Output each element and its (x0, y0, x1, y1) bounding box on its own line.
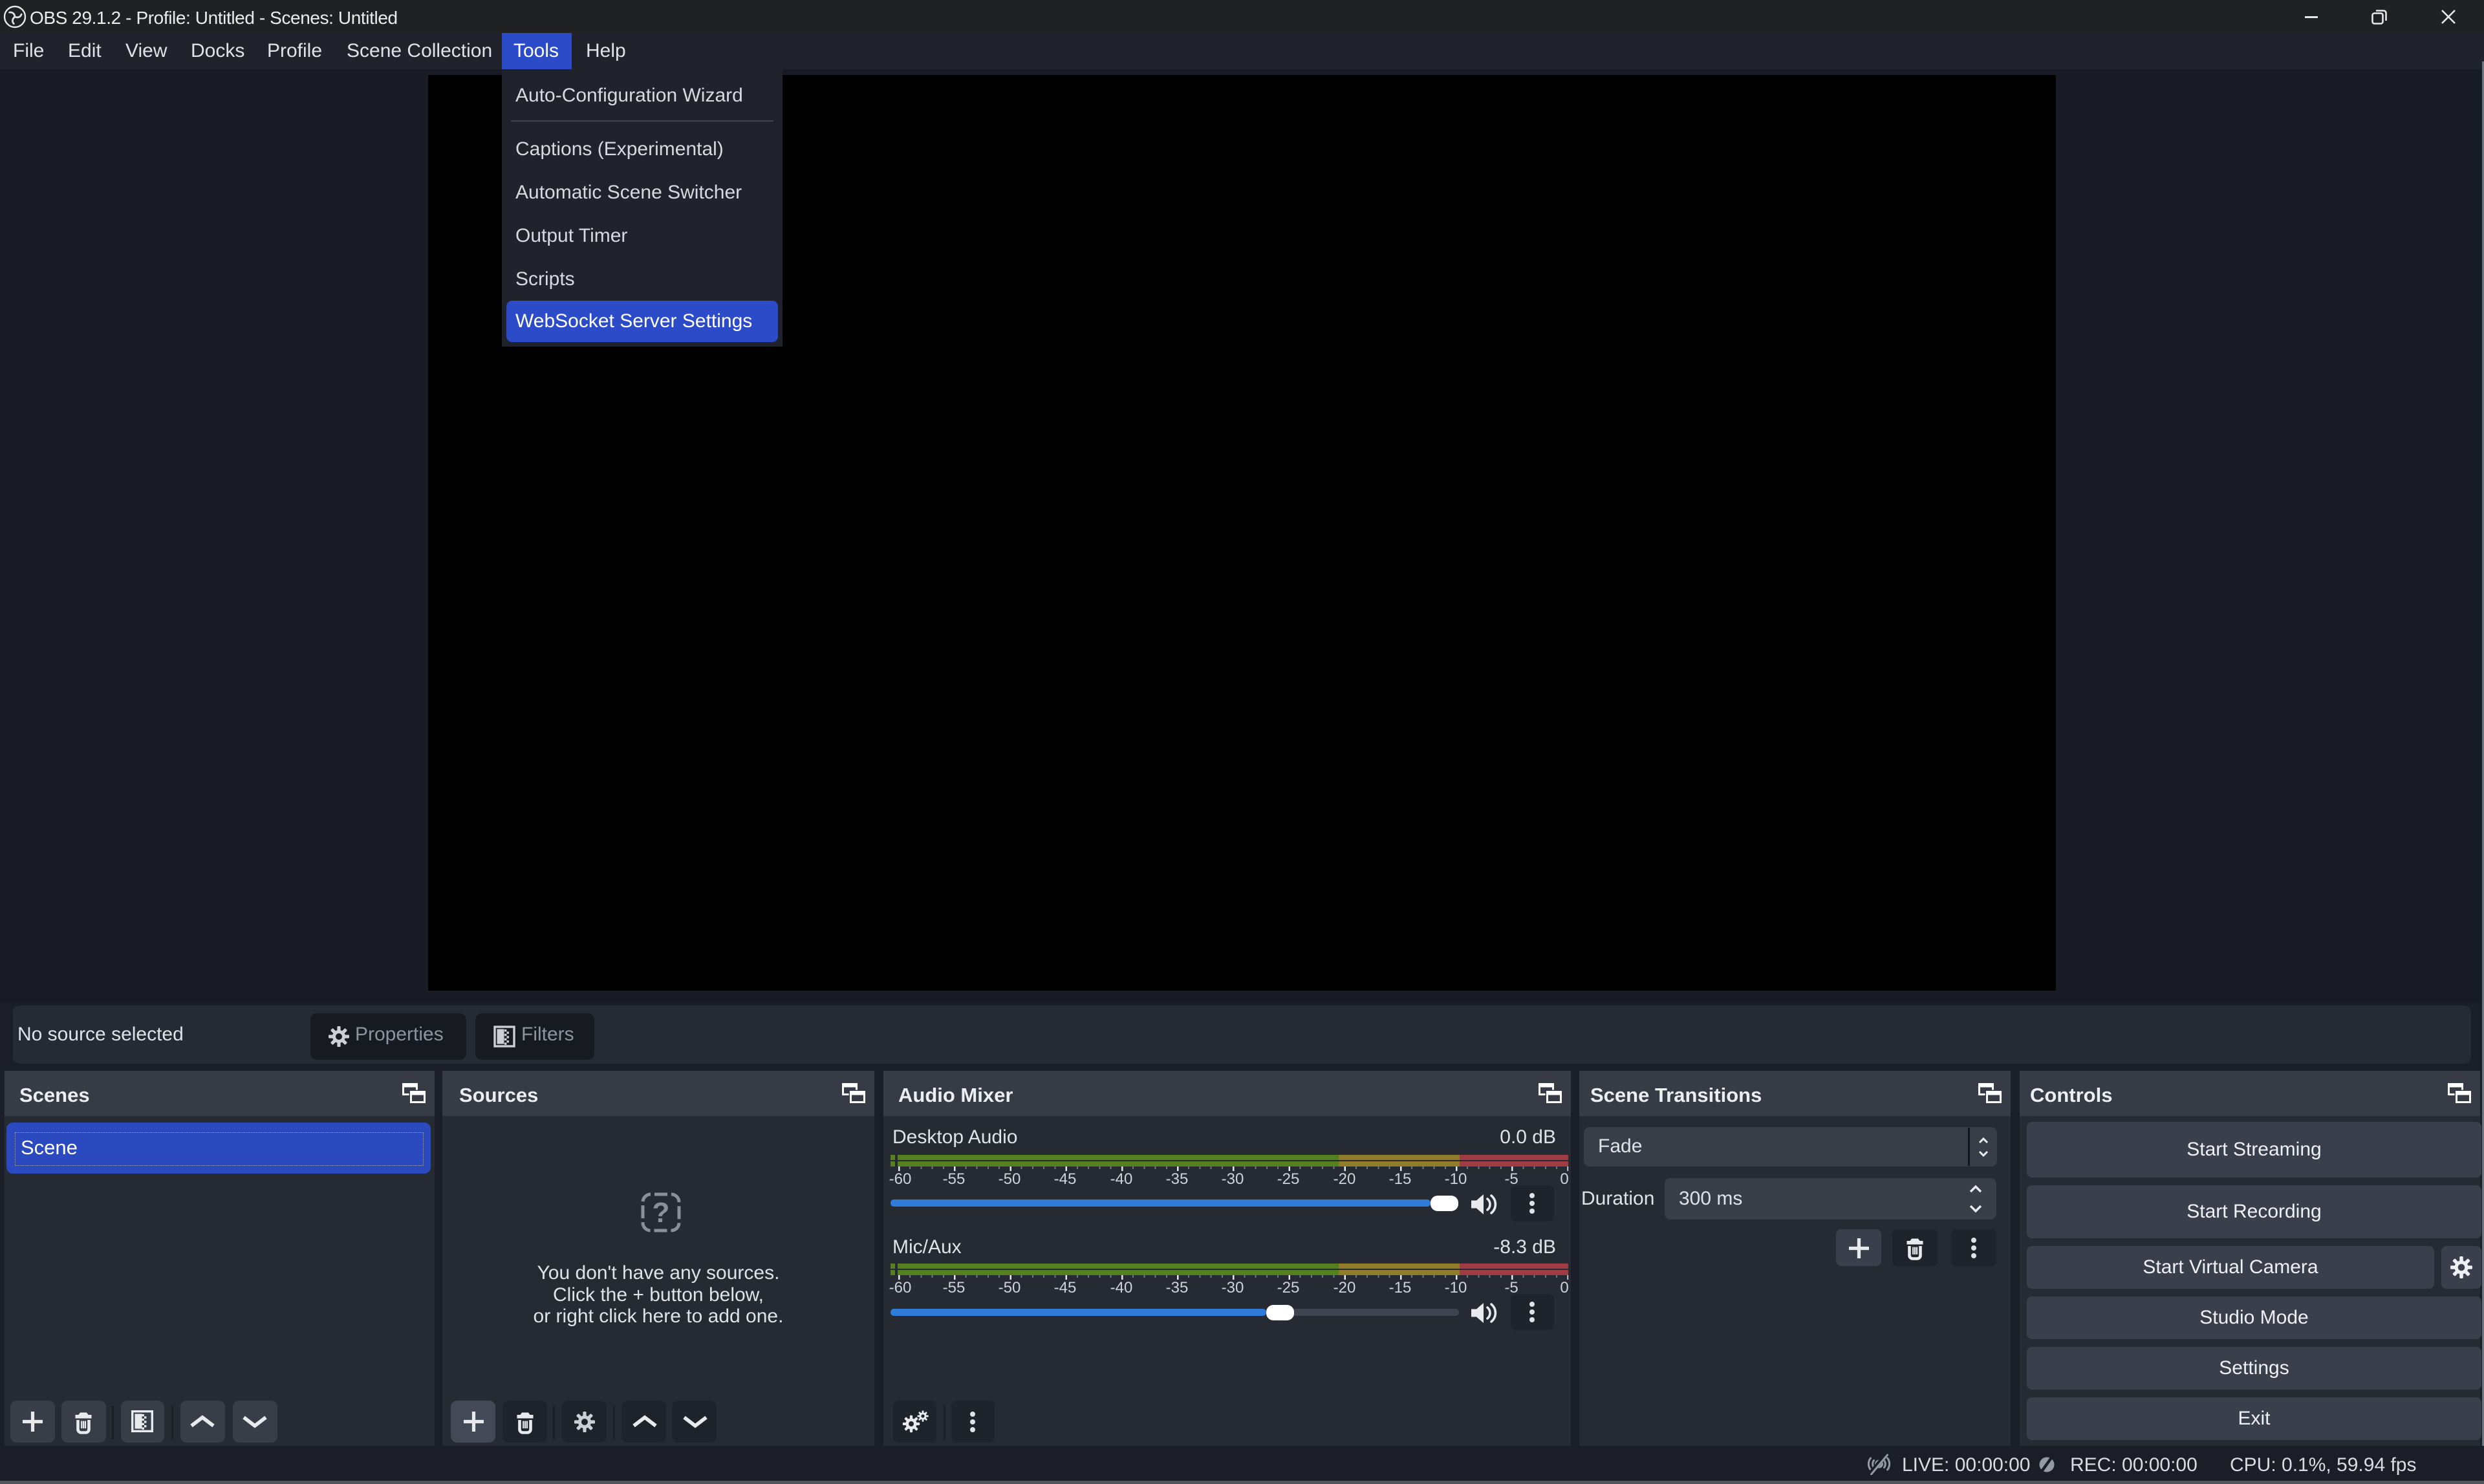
svg-text:?: ? (653, 1197, 670, 1229)
